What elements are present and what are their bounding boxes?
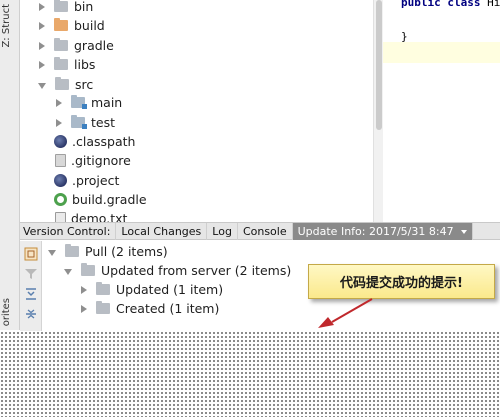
filter-icon[interactable] bbox=[24, 267, 38, 281]
tree-node-label: Created (1 item) bbox=[116, 301, 220, 316]
tree-node-created[interactable]: Created (1 item) bbox=[81, 299, 219, 318]
tree-item-label: build.gradle bbox=[72, 192, 147, 207]
expand-arrow-icon[interactable] bbox=[39, 2, 45, 11]
folder-icon bbox=[55, 77, 69, 90]
expand-all-icon[interactable] bbox=[24, 287, 38, 301]
code-line-1: public class Hi bbox=[401, 0, 500, 9]
tab-local-changes[interactable]: Local Changes bbox=[116, 223, 208, 240]
tree-item-label: libs bbox=[74, 57, 96, 72]
tree-item-test[interactable]: test bbox=[56, 113, 115, 132]
tree-item-build[interactable]: build bbox=[39, 16, 105, 35]
project-tree: bin build gradle libs src main test .cla… bbox=[20, 0, 373, 222]
code-keyword: public class bbox=[401, 0, 481, 9]
tree-scrollbar[interactable] bbox=[373, 0, 383, 222]
folder-icon bbox=[96, 301, 110, 314]
tree-item-label: build bbox=[74, 18, 105, 33]
tree-node-label: Updated from server (2 items) bbox=[101, 263, 292, 278]
expand-arrow-icon[interactable] bbox=[56, 118, 62, 127]
collapse-all-icon[interactable] bbox=[24, 307, 38, 321]
tree-item-demo-txt[interactable]: demo.txt bbox=[55, 209, 127, 222]
dropdown-arrow-icon[interactable] bbox=[460, 229, 467, 234]
tab-update-info[interactable]: Update Info: 2017/5/31 8:47 bbox=[292, 223, 473, 240]
collapse-arrow-icon[interactable] bbox=[64, 268, 72, 275]
annotation-callout: 代码提交成功的提示! bbox=[308, 264, 495, 299]
eclipse-file-icon bbox=[54, 135, 67, 148]
current-line-highlight bbox=[383, 42, 500, 63]
folder-orange-icon bbox=[54, 18, 68, 31]
tree-item-gradle[interactable]: gradle bbox=[39, 36, 114, 55]
favorites-tool-button[interactable]: orites bbox=[1, 298, 19, 326]
tree-node-pull[interactable]: Pull (2 items) bbox=[48, 242, 168, 261]
folder-icon bbox=[96, 282, 110, 295]
expand-arrow-icon[interactable] bbox=[39, 41, 45, 50]
text-file-icon bbox=[55, 212, 66, 222]
dotted-background bbox=[0, 331, 500, 417]
tree-item-libs[interactable]: libs bbox=[39, 55, 95, 74]
tree-item-label: .classpath bbox=[72, 134, 136, 149]
tree-node-label: Pull (2 items) bbox=[85, 244, 168, 259]
tree-node-label: Updated (1 item) bbox=[116, 282, 224, 297]
tab-log[interactable]: Log bbox=[207, 223, 238, 240]
folder-icon bbox=[54, 0, 68, 12]
tree-item-label: bin bbox=[74, 0, 94, 14]
expand-arrow-icon[interactable] bbox=[81, 304, 87, 313]
folder-icon bbox=[81, 263, 95, 276]
left-tool-strip: Z: Struct orites bbox=[0, 0, 20, 330]
text-file-icon bbox=[55, 154, 66, 167]
tree-item-src[interactable]: src bbox=[38, 75, 93, 94]
version-control-tab-bar: Version Control: Local Changes Log Conso… bbox=[20, 222, 500, 240]
scrollbar-thumb[interactable] bbox=[376, 0, 382, 130]
structure-tool-button[interactable]: Z: Struct bbox=[1, 4, 19, 48]
expand-arrow-icon[interactable] bbox=[56, 98, 62, 107]
tree-item-label: .gitignore bbox=[71, 153, 131, 168]
eclipse-file-icon bbox=[54, 174, 67, 187]
tree-item-build-gradle[interactable]: build.gradle bbox=[54, 190, 147, 209]
code-editor[interactable]: public class Hi } bbox=[383, 0, 500, 222]
changes-toolbar bbox=[20, 241, 42, 331]
expand-arrow-icon[interactable] bbox=[39, 21, 45, 30]
collapse-arrow-icon[interactable] bbox=[48, 249, 56, 256]
expand-arrow-icon[interactable] bbox=[81, 285, 87, 294]
folder-icon bbox=[65, 244, 79, 257]
code-line-2: } bbox=[401, 30, 408, 43]
annotation-pointer-icon bbox=[318, 298, 373, 328]
tree-item-classpath[interactable]: .classpath bbox=[54, 132, 135, 151]
module-folder-icon bbox=[71, 115, 87, 129]
tree-item-main[interactable]: main bbox=[56, 93, 122, 112]
group-by-icon[interactable] bbox=[24, 247, 38, 261]
gradle-icon bbox=[54, 193, 67, 206]
tab-update-info-label: Update Info: 2017/5/31 8:47 bbox=[297, 225, 454, 238]
tab-console[interactable]: Console bbox=[238, 223, 293, 240]
tree-item-label: demo.txt bbox=[71, 211, 128, 222]
tree-item-project[interactable]: .project bbox=[54, 171, 119, 190]
tree-item-label: gradle bbox=[74, 38, 114, 53]
expand-arrow-icon[interactable] bbox=[39, 60, 45, 69]
folder-icon bbox=[54, 38, 68, 51]
module-folder-icon bbox=[71, 95, 87, 109]
collapse-arrow-icon[interactable] bbox=[38, 82, 46, 89]
code-text: Hi bbox=[480, 0, 500, 9]
tree-item-label: src bbox=[75, 77, 94, 92]
tree-item-bin[interactable]: bin bbox=[39, 0, 93, 16]
annotation-text: 代码提交成功的提示! bbox=[340, 276, 463, 291]
tree-item-label: .project bbox=[72, 173, 120, 188]
tree-node-updated-from-server[interactable]: Updated from server (2 items) bbox=[64, 261, 291, 280]
folder-icon bbox=[54, 57, 68, 70]
tree-item-gitignore[interactable]: .gitignore bbox=[55, 151, 131, 170]
tree-item-label: test bbox=[91, 115, 116, 130]
version-control-title: Version Control: bbox=[20, 223, 117, 240]
tree-item-label: main bbox=[91, 95, 123, 110]
tree-node-updated[interactable]: Updated (1 item) bbox=[81, 280, 223, 299]
